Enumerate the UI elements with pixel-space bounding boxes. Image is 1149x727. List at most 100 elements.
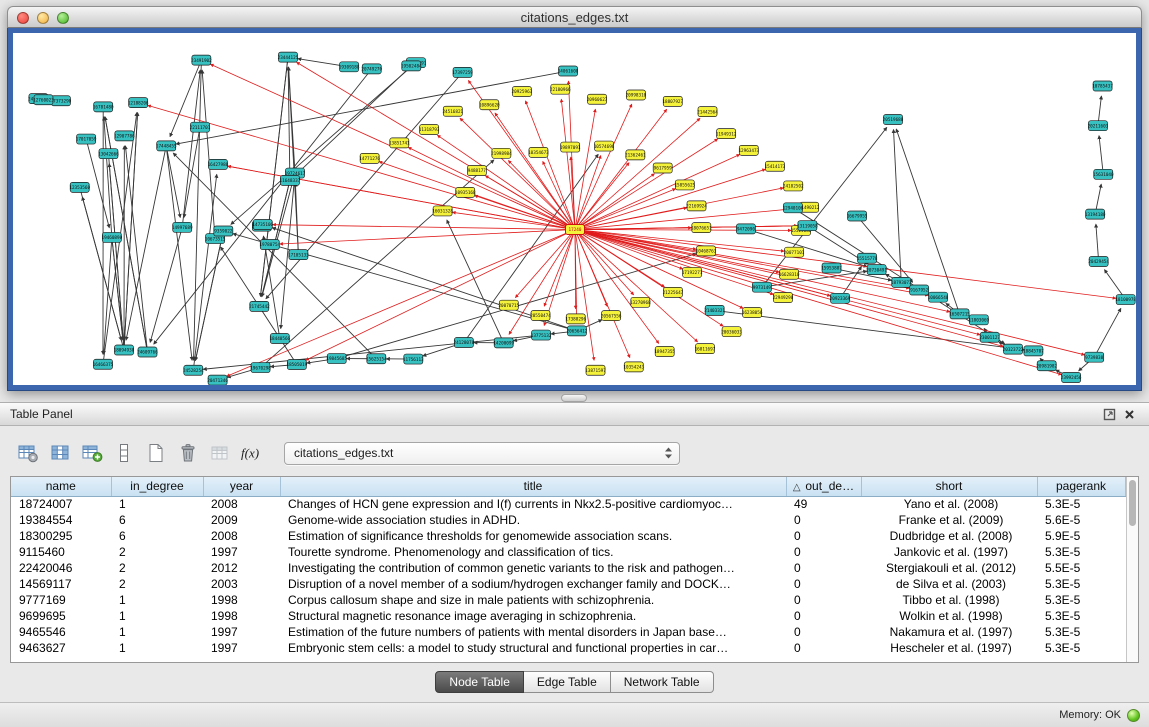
column-header-in_degree[interactable]: in_degree bbox=[111, 477, 203, 496]
create-column-button[interactable] bbox=[78, 439, 106, 467]
float-panel-button[interactable] bbox=[1099, 405, 1119, 423]
svg-text:13775132: 13775132 bbox=[531, 333, 552, 339]
column-header-short[interactable]: short bbox=[861, 477, 1037, 496]
tab-edge-table[interactable]: Edge Table bbox=[524, 671, 611, 693]
svg-text:17240: 17240 bbox=[569, 227, 582, 233]
column-header-name[interactable]: name bbox=[11, 477, 111, 496]
new-file-icon bbox=[145, 442, 167, 464]
svg-text:20429454: 20429454 bbox=[1088, 259, 1109, 265]
table-cell: 18300295 bbox=[11, 528, 111, 544]
svg-text:23491902: 23491902 bbox=[191, 58, 212, 64]
table-cell: Yano et al. (2008) bbox=[861, 496, 1037, 512]
table-row[interactable]: 1456911722003Disruption of a novel membe… bbox=[11, 576, 1125, 592]
select-arrows-icon bbox=[663, 446, 674, 460]
column-header-pagerank[interactable]: pagerank bbox=[1037, 477, 1125, 496]
table-row[interactable]: 946554611997Estimation of the future num… bbox=[11, 624, 1125, 640]
column-header-year[interactable]: year bbox=[203, 477, 280, 496]
table-row[interactable]: 1872400712008Changes of HCN gene express… bbox=[11, 496, 1125, 512]
column-header-out_de[interactable]: △ out_de… bbox=[786, 477, 861, 496]
table-cell: Changes of HCN gene expression and I(f) … bbox=[280, 496, 786, 512]
table-cell: 2 bbox=[111, 544, 203, 560]
svg-text:16427988: 16427988 bbox=[208, 162, 229, 168]
table-cell: 0 bbox=[786, 512, 861, 528]
network-table-select[interactable]: citations_edges.txt bbox=[284, 442, 680, 465]
table-cell: 2008 bbox=[203, 528, 280, 544]
svg-text:18100978: 18100978 bbox=[1115, 297, 1136, 303]
svg-text:13871597: 13871597 bbox=[585, 368, 606, 374]
svg-text:11949312: 11949312 bbox=[716, 131, 737, 137]
table-cell: Wolkin et al. (1998) bbox=[861, 608, 1037, 624]
table-cell: 2008 bbox=[203, 496, 280, 512]
svg-text:17397259: 17397259 bbox=[452, 70, 473, 76]
svg-text:20730491: 20730491 bbox=[866, 267, 887, 273]
svg-text:13851741: 13851741 bbox=[389, 141, 410, 147]
svg-text:20070715: 20070715 bbox=[498, 303, 519, 309]
delete-column-button[interactable] bbox=[174, 439, 202, 467]
svg-text:22169924: 22169924 bbox=[686, 204, 707, 210]
svg-text:18094938: 18094938 bbox=[114, 348, 135, 354]
table-row[interactable]: 1938455462009Genome-wide association stu… bbox=[11, 512, 1125, 528]
network-canvas[interactable]: 1477127613851741113187932451682110896620… bbox=[13, 33, 1136, 385]
svg-text:22949290: 22949290 bbox=[773, 295, 794, 301]
svg-text:19845685: 19845685 bbox=[326, 356, 347, 362]
table-cell: 5.3E-5 bbox=[1037, 640, 1125, 656]
status-bar: Memory: OK bbox=[0, 703, 1149, 727]
column-header-title[interactable]: title bbox=[280, 477, 786, 496]
split-pane-divider-handle[interactable] bbox=[561, 394, 587, 402]
memory-status-indicator[interactable] bbox=[1127, 709, 1140, 722]
svg-text:15625154: 15625154 bbox=[366, 356, 387, 362]
svg-text:24128078: 24128078 bbox=[453, 340, 474, 346]
svg-text:9472090: 9472090 bbox=[737, 227, 756, 233]
svg-text:9488177: 9488177 bbox=[468, 168, 487, 174]
zoom-window-button[interactable] bbox=[57, 12, 69, 24]
table-cell: 5.3E-5 bbox=[1037, 544, 1125, 560]
table-cell: 14569117 bbox=[11, 576, 111, 592]
svg-text:23001127: 23001127 bbox=[979, 335, 1000, 341]
row-tools-button[interactable] bbox=[110, 439, 138, 467]
svg-text:10354243: 10354243 bbox=[623, 365, 644, 371]
table-vertical-scrollbar[interactable] bbox=[1126, 477, 1139, 662]
window-controls bbox=[17, 12, 69, 24]
table-cell: Genome-wide association studies in ADHD. bbox=[280, 512, 786, 528]
table-cell: 2 bbox=[111, 576, 203, 592]
table-cell: 0 bbox=[786, 624, 861, 640]
function-builder-button[interactable]: f(x) bbox=[238, 439, 266, 467]
table-row[interactable]: 1830029562008Estimation of significance … bbox=[11, 528, 1125, 544]
table-cell: 5.6E-5 bbox=[1037, 512, 1125, 528]
table-toolbar: f(x) citations_edges.txt bbox=[14, 439, 1149, 467]
table-row[interactable]: 969969511998Structural magnetic resonanc… bbox=[11, 608, 1125, 624]
svg-text:16679955: 16679955 bbox=[847, 214, 868, 220]
svg-text:21998984: 21998984 bbox=[491, 151, 512, 157]
svg-text:20925963: 20925963 bbox=[512, 89, 533, 95]
scrollbar-thumb[interactable] bbox=[1129, 480, 1137, 526]
svg-text:20471346: 20471346 bbox=[207, 378, 228, 384]
table-cell: de Silva et al. (2003) bbox=[861, 576, 1037, 592]
svg-text:13194180: 13194180 bbox=[1085, 212, 1106, 218]
citation-network-graph[interactable]: 1477127613851741113187932451682110896620… bbox=[13, 33, 1136, 385]
close-panel-button[interactable] bbox=[1119, 405, 1139, 423]
svg-text:20211603: 20211603 bbox=[1088, 123, 1109, 129]
svg-text:21442564: 21442564 bbox=[697, 109, 718, 115]
close-window-button[interactable] bbox=[17, 12, 29, 24]
svg-text:20550474: 20550474 bbox=[530, 313, 551, 319]
table-row[interactable]: 2242004622012Investigating the contribut… bbox=[11, 560, 1125, 576]
delete-table-button[interactable] bbox=[206, 439, 234, 467]
new-table-button[interactable] bbox=[142, 439, 170, 467]
minimize-window-button[interactable] bbox=[37, 12, 49, 24]
table-row[interactable]: 911546021997Tourette syndrome. Phenomeno… bbox=[11, 544, 1125, 560]
show-columns-button[interactable] bbox=[46, 439, 74, 467]
table-cell: 0 bbox=[786, 592, 861, 608]
table-row[interactable]: 946362711997Embryonic stem cells: a mode… bbox=[11, 640, 1125, 656]
svg-text:14061608: 14061608 bbox=[558, 69, 579, 75]
svg-text:12760023: 12760023 bbox=[33, 97, 54, 103]
table-cell: 0 bbox=[786, 608, 861, 624]
svg-text:f(x): f(x) bbox=[241, 446, 259, 461]
table-mode-button[interactable] bbox=[14, 439, 42, 467]
table-row[interactable]: 977716911998Corpus callosum shape and si… bbox=[11, 592, 1125, 608]
window-titlebar[interactable]: citations_edges.txt bbox=[7, 6, 1142, 28]
tab-network-table[interactable]: Network Table bbox=[611, 671, 714, 693]
tab-node-table[interactable]: Node Table bbox=[435, 671, 524, 693]
table-cell: 1 bbox=[111, 496, 203, 512]
svg-text:17192271: 17192271 bbox=[682, 270, 703, 276]
function-icon: f(x) bbox=[239, 442, 265, 464]
